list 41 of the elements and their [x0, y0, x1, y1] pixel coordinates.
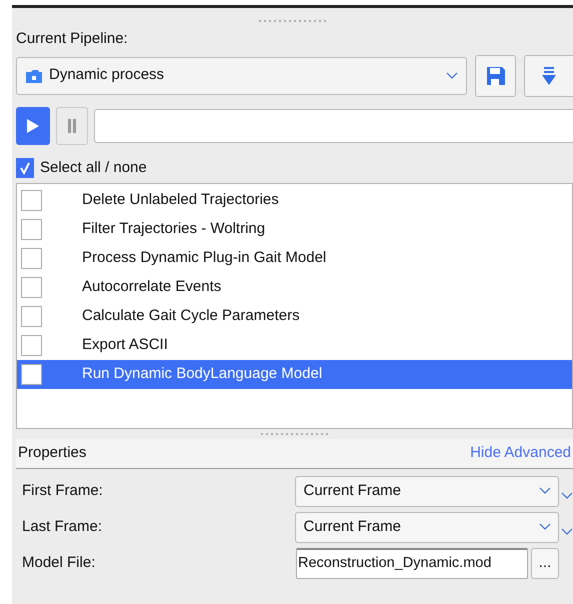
operation-checkbox[interactable] [21, 219, 42, 240]
operation-item[interactable]: Filter Trajectories - Woltring [17, 215, 572, 244]
pipeline-label: Current Pipeline: [16, 29, 129, 49]
operation-item[interactable]: Process Dynamic Plug-in Gait Model [17, 244, 572, 273]
property-label: First Frame: [21, 480, 104, 501]
play-button[interactable] [16, 106, 50, 144]
frame-dropdown[interactable]: Current Frame [295, 512, 560, 542]
operation-item[interactable]: Export ASCII [17, 331, 572, 360]
properties-title: Properties [18, 443, 86, 464]
property-label: Last Frame: [21, 516, 104, 537]
hide-advanced-link[interactable]: Hide Advanced [470, 442, 571, 465]
expand-icon [561, 528, 573, 536]
select-all-checkbox[interactable]: Select all / none [16, 156, 573, 179]
pause-button[interactable] [56, 106, 88, 144]
save-icon [484, 64, 507, 86]
frame-dropdown[interactable]: Current Frame [295, 476, 560, 506]
operation-item[interactable]: Autocorrelate Events [17, 273, 572, 302]
checkmark-icon [19, 160, 31, 175]
chevron-down-icon [446, 72, 458, 80]
filter-button[interactable] [524, 54, 573, 96]
stacked-arrow-icon [541, 66, 558, 86]
property-label: Model File: [21, 552, 96, 573]
pause-icon [67, 118, 77, 132]
model-file-field[interactable]: Reconstruction_Dynamic.mod [296, 548, 528, 578]
operation-item[interactable]: Delete Unlabeled Trajectories [17, 186, 572, 215]
chevron-down-icon [539, 487, 552, 495]
save-button[interactable] [475, 54, 516, 96]
pipeline-dropdown[interactable]: Dynamic process [16, 56, 468, 94]
operation-checkbox[interactable] [21, 248, 42, 269]
operation-item[interactable]: Calculate Gait Cycle Parameters [17, 302, 572, 331]
operation-checkbox[interactable] [21, 190, 42, 211]
chevron-down-icon [539, 523, 552, 531]
operation-checkbox[interactable] [21, 335, 42, 356]
play-icon [26, 118, 40, 134]
progress-field[interactable] [94, 108, 573, 142]
operation-checkbox[interactable] [21, 364, 42, 385]
operation-item[interactable]: Run Dynamic BodyLanguage Model [17, 360, 572, 389]
operation-checkbox[interactable] [21, 306, 42, 327]
expand-icon [561, 492, 573, 500]
browse-button[interactable]: ... [531, 548, 559, 578]
operation-checkbox[interactable] [21, 277, 42, 298]
